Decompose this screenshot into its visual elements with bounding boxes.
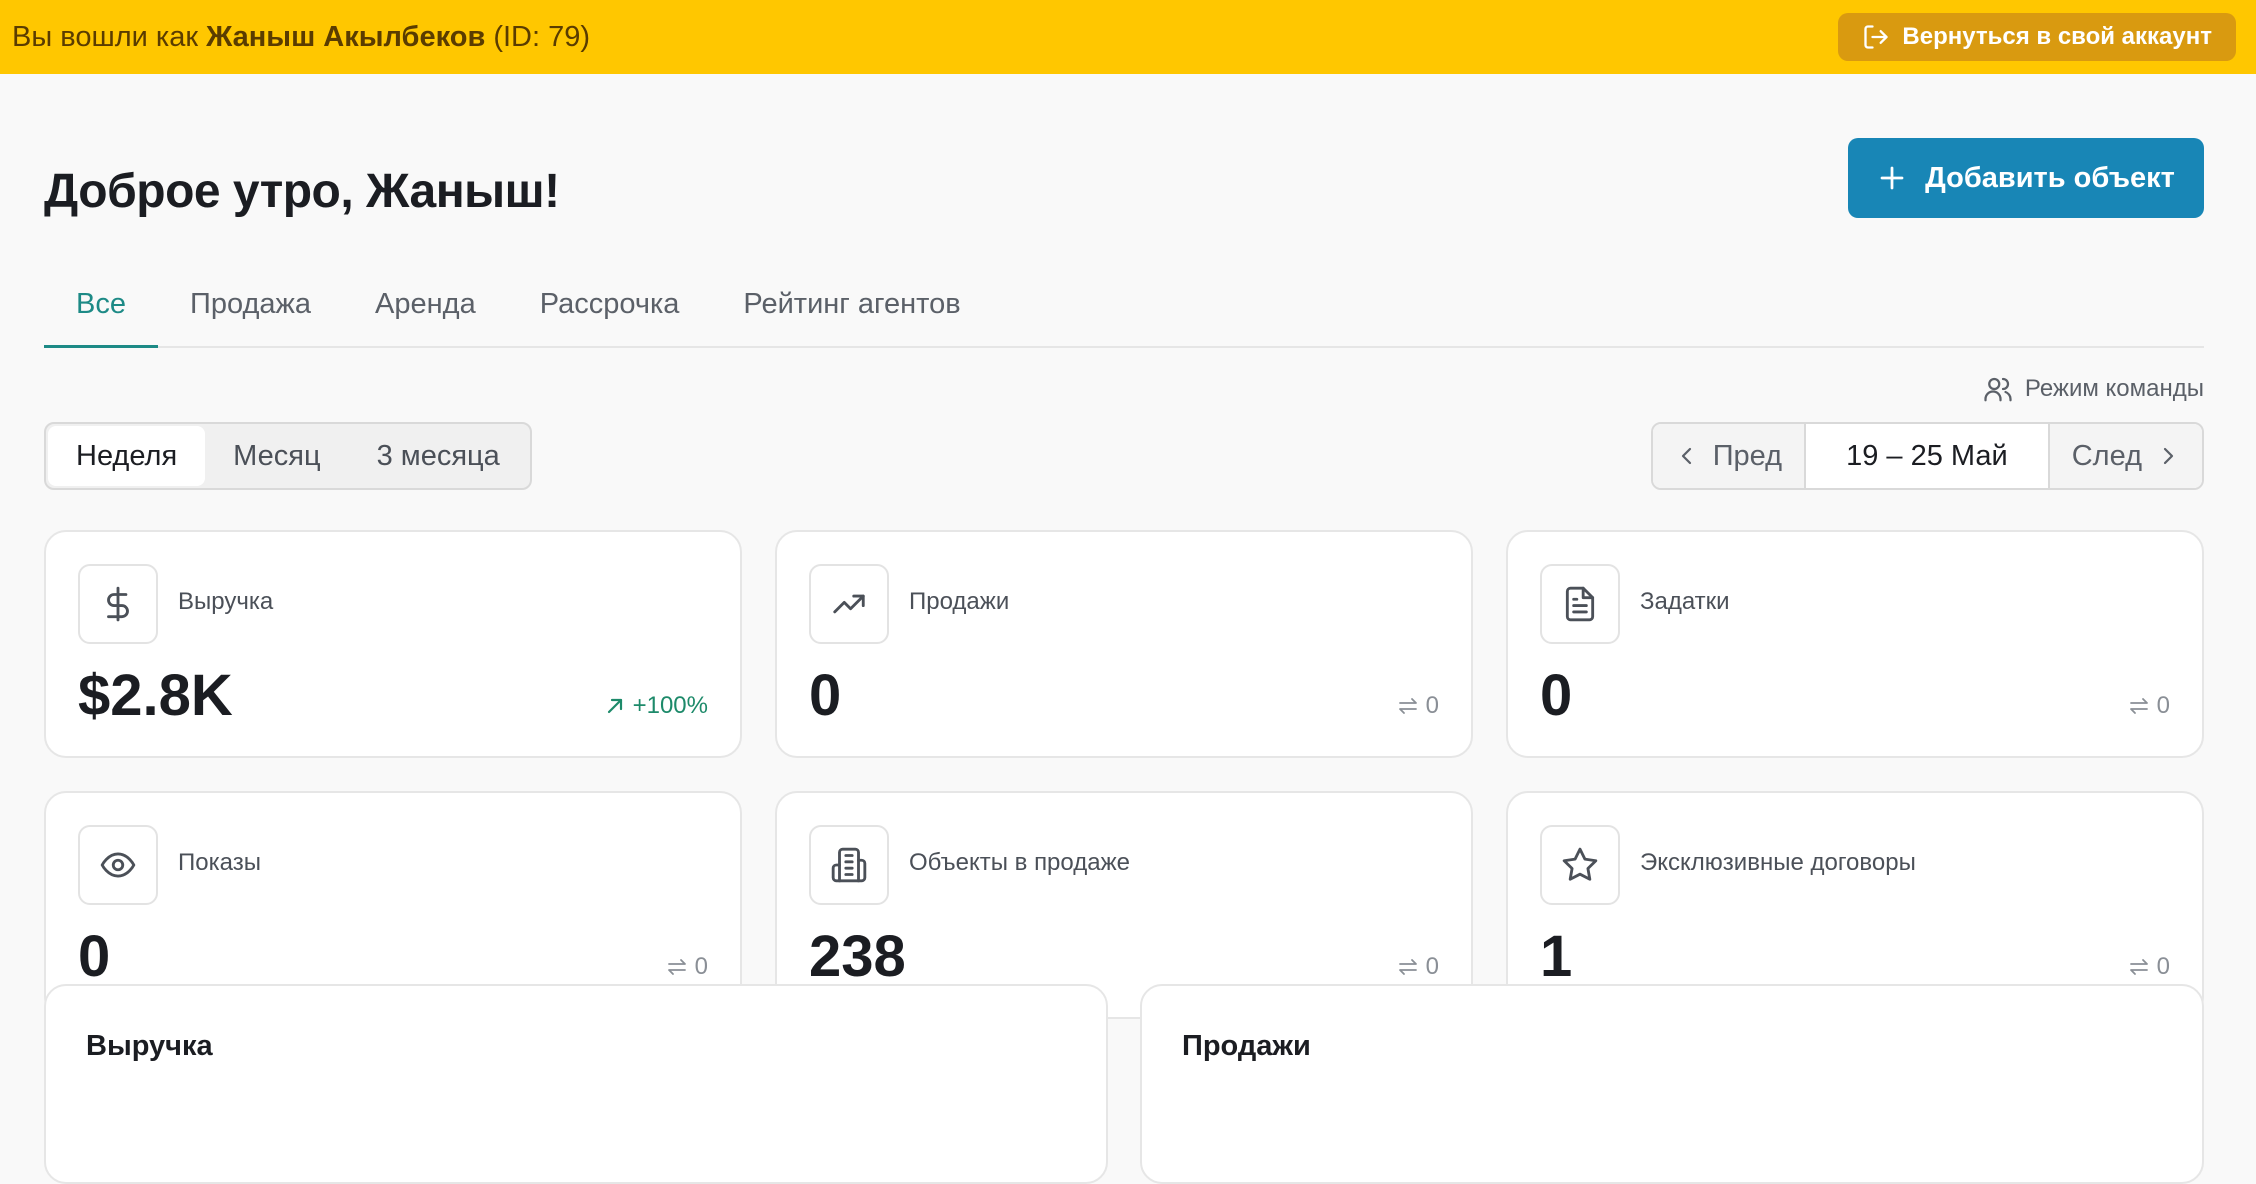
period-3-months[interactable]: 3 месяца (349, 426, 528, 486)
sales-chart-card: Продажи (1140, 984, 2204, 1184)
stat-label: Эксклюзивные договоры (1640, 849, 1916, 876)
tab-all[interactable]: Все (44, 274, 158, 348)
next-period-label: След (2071, 439, 2142, 472)
dollar-icon (78, 564, 158, 644)
star-icon (1540, 825, 1620, 905)
period-selector: Неделя Месяц 3 месяца (44, 422, 532, 490)
chevron-right-icon (2163, 447, 2174, 465)
logout-icon (1864, 25, 1889, 49)
stat-label: Показы (178, 849, 261, 876)
stat-delta: 0 (1396, 692, 1439, 720)
stat-card-revenue[interactable]: Выручка $2.8K +100% (44, 530, 742, 758)
stat-value: 0 (78, 924, 111, 989)
stat-delta: 0 (2127, 953, 2170, 981)
stat-value: 0 (809, 663, 842, 728)
add-object-label: Добавить объект (1925, 161, 2175, 194)
team-mode-toggle[interactable]: Режим команды (1983, 374, 2204, 404)
stat-delta-value: 0 (2156, 692, 2170, 719)
stat-delta-value: 0 (2156, 953, 2170, 980)
tab-agent-rating[interactable]: Рейтинг агентов (711, 274, 992, 348)
document-icon (1540, 564, 1620, 644)
period-month[interactable]: Месяц (205, 426, 348, 486)
stat-delta-value: 0 (1425, 692, 1439, 719)
stat-label: Выручка (178, 588, 274, 615)
period-week[interactable]: Неделя (48, 426, 206, 486)
next-period-button[interactable]: След (2049, 424, 2202, 488)
sales-chart-title: Продажи (1182, 1030, 1311, 1062)
tab-sale[interactable]: Продажа (158, 274, 343, 348)
impersonated-user-name: Жаныш Акылбеков (206, 20, 486, 53)
greeting-row: Доброе утро, Жаныш! Добавить объект (44, 138, 2204, 228)
stat-label: Задатки (1640, 588, 1730, 615)
stat-delta: +100% (603, 692, 708, 720)
impersonated-user-id: (ID: 79) (485, 20, 591, 53)
impersonation-text: Вы вошли как Жаныш Акылбеков (ID: 79) (12, 21, 590, 54)
revenue-chart-card: Выручка (44, 984, 1108, 1184)
arrows-left-right-icon (667, 959, 686, 975)
stat-delta: 0 (1396, 953, 1439, 981)
impersonation-banner: Вы вошли как Жаныш Акылбеков (ID: 79) Ве… (0, 0, 2256, 74)
tab-installment[interactable]: Рассрочка (508, 274, 712, 348)
prev-period-button[interactable]: Пред (1652, 424, 1805, 488)
stat-delta: 0 (2127, 692, 2170, 720)
stats-cards: Выручка $2.8K +100% Продажи 0 0 Задатки … (44, 530, 2204, 1019)
stat-label: Продажи (909, 588, 1010, 615)
date-range-label: 19 – 25 Май (1804, 424, 2050, 488)
return-to-account-button[interactable]: Вернуться в свой аккаунт (1838, 13, 2236, 61)
date-range-pager: Пред 19 – 25 Май След (1650, 422, 2204, 490)
eye-icon (78, 825, 158, 905)
stat-label: Объекты в продаже (909, 849, 1130, 876)
arrow-up-right-icon (607, 698, 622, 714)
impersonation-prefix: Вы вошли как (12, 20, 207, 53)
stat-value: $2.8K (78, 663, 233, 728)
stat-delta: 0 (665, 953, 708, 981)
stat-delta-value: 0 (694, 953, 708, 980)
chevron-left-icon (1681, 447, 1691, 465)
trending-up-icon (809, 564, 889, 644)
stat-card-deposits[interactable]: Задатки 0 0 (1506, 530, 2204, 758)
building-icon (809, 825, 889, 905)
tab-rent[interactable]: Аренда (343, 274, 508, 348)
stat-value: 0 (1540, 663, 1573, 728)
arrows-left-right-icon (2129, 698, 2148, 714)
users-icon (1984, 377, 2012, 402)
team-mode-label: Режим команды (2024, 375, 2204, 402)
return-to-account-label: Вернуться в свой аккаунт (1902, 23, 2212, 50)
category-tabs: Все Продажа Аренда Рассрочка Рейтинг аге… (44, 274, 2204, 348)
revenue-chart-title: Выручка (86, 1030, 213, 1062)
arrows-left-right-icon (1398, 959, 1417, 975)
plus-icon (1880, 166, 1904, 190)
stat-card-sales[interactable]: Продажи 0 0 (775, 530, 1473, 758)
add-object-button[interactable]: Добавить объект (1848, 138, 2204, 218)
page-title: Доброе утро, Жаныш! (44, 165, 560, 218)
arrows-left-right-icon (2129, 959, 2148, 975)
prev-period-label: Пред (1712, 439, 1783, 472)
stat-value: 1 (1540, 924, 1573, 989)
stat-value: 238 (809, 924, 906, 989)
stat-delta-value: 0 (1425, 953, 1439, 980)
stat-delta-value: +100% (632, 692, 708, 719)
arrows-left-right-icon (1398, 698, 1417, 714)
